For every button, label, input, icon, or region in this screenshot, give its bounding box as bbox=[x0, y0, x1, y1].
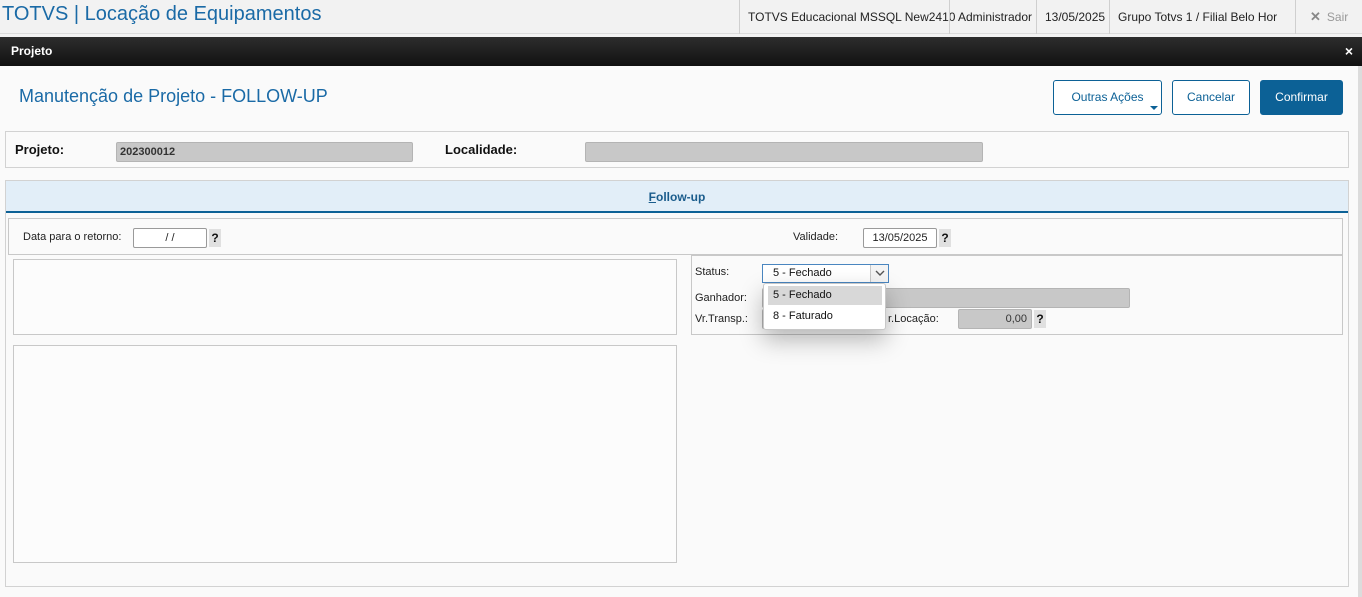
top-bar: TOTVS | Locação de Equipamentos TOTVS Ed… bbox=[0, 0, 1362, 34]
tab-followup[interactable]: Follow-up bbox=[6, 181, 1348, 213]
dialog-close-button[interactable]: × bbox=[1345, 43, 1353, 59]
followup-panel: Follow-up Data para o retorno: / / ? Val… bbox=[5, 180, 1349, 587]
rental-label: r.Locação: bbox=[888, 313, 939, 325]
notes-textarea-bottom[interactable] bbox=[13, 345, 677, 563]
page-title: Manutenção de Projeto - FOLLOW-UP bbox=[19, 86, 328, 106]
tab-followup-hotkey: F bbox=[648, 190, 656, 204]
cancel-button[interactable]: Cancelar bbox=[1172, 80, 1250, 115]
project-header-panel: Projeto: 202300012 Localidade: bbox=[5, 131, 1349, 168]
validity-label: Validade: bbox=[793, 231, 839, 243]
return-date-help-button[interactable]: ? bbox=[209, 229, 221, 247]
location-label: Localidade: bbox=[445, 142, 518, 157]
tab-followup-label: ollow-up bbox=[656, 190, 706, 204]
transport-label: Vr.Transp.: bbox=[695, 313, 748, 325]
status-select-value: 5 - Fechado bbox=[773, 267, 832, 279]
close-icon: ✕ bbox=[1310, 9, 1321, 24]
date-label[interactable]: 13/05/2025 bbox=[1036, 0, 1113, 34]
winner-label: Ganhador: bbox=[695, 292, 747, 304]
caret-down-icon bbox=[1150, 106, 1158, 110]
other-actions-label: Outras Ações bbox=[1071, 90, 1144, 104]
exit-label: Sair bbox=[1326, 10, 1349, 24]
user-label[interactable]: Administrador bbox=[949, 0, 1040, 34]
environment-label[interactable]: TOTVS Educacional MSSQL New2410 bbox=[739, 0, 963, 34]
exit-button[interactable]: ✕ Sair bbox=[1295, 0, 1356, 34]
dialog-header: Projeto × bbox=[0, 37, 1362, 66]
location-field[interactable] bbox=[585, 142, 983, 162]
dates-row: Data para o retorno: / / ? Validade: 13/… bbox=[8, 218, 1343, 255]
notes-textarea-top[interactable] bbox=[13, 259, 677, 335]
status-select[interactable]: 5 - Fechado bbox=[762, 264, 889, 283]
return-date-field[interactable]: / / bbox=[133, 228, 207, 248]
project-dialog: Projeto × Manutenção de Projeto - FOLLOW… bbox=[0, 37, 1362, 597]
confirm-button[interactable]: Confirmar bbox=[1260, 80, 1343, 115]
project-label: Projeto: bbox=[15, 142, 65, 157]
status-option[interactable]: 5 - Fechado bbox=[768, 286, 882, 305]
dialog-title: Projeto bbox=[11, 44, 53, 58]
rental-field[interactable]: 0,00 bbox=[958, 309, 1032, 329]
status-dropdown-list: 5 - Fechado 8 - Faturado bbox=[763, 283, 886, 330]
project-field[interactable]: 202300012 bbox=[116, 142, 413, 162]
chevron-down-icon[interactable] bbox=[870, 265, 888, 282]
validity-field[interactable]: 13/05/2025 bbox=[863, 228, 937, 248]
dialog-scroll-edge bbox=[1358, 66, 1362, 597]
return-date-label: Data para o retorno: bbox=[23, 231, 122, 243]
rental-help-button[interactable]: ? bbox=[1034, 310, 1046, 328]
status-option[interactable]: 8 - Faturado bbox=[768, 307, 882, 326]
validity-help-button[interactable]: ? bbox=[939, 229, 951, 247]
branch-label[interactable]: Grupo Totvs 1 / Filial Belo Hor bbox=[1109, 0, 1285, 34]
other-actions-button[interactable]: Outras Ações bbox=[1053, 80, 1162, 115]
status-label: Status: bbox=[695, 266, 730, 278]
app-title: TOTVS | Locação de Equipamentos bbox=[2, 3, 322, 25]
